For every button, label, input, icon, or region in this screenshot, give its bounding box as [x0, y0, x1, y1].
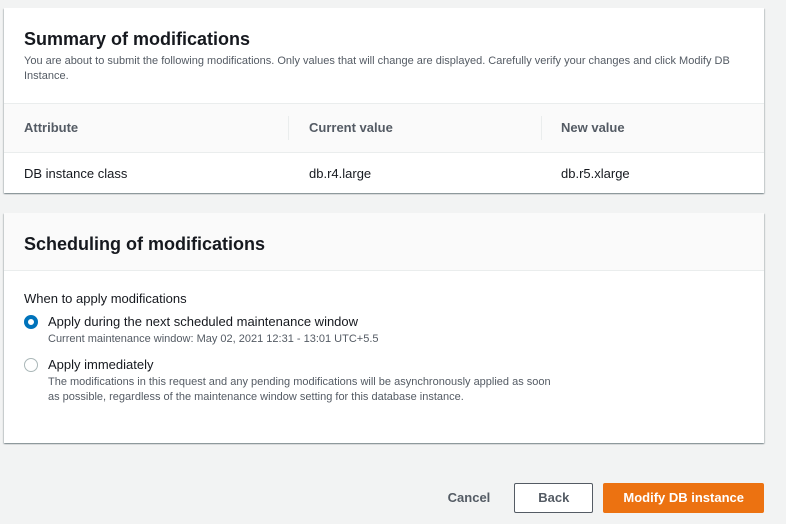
radio-label[interactable]: Apply during the next scheduled maintena…: [48, 314, 553, 330]
table-row: DB instance class db.r4.large db.r5.xlar…: [4, 153, 764, 193]
column-header-attribute: Attribute: [24, 120, 79, 135]
radio-description: Current maintenance window: May 02, 2021…: [48, 333, 379, 345]
radio-option-maintenance-window[interactable]: Apply during the next scheduled maintena…: [24, 314, 764, 347]
radio-option-apply-immediately[interactable]: Apply immediately The modifications in t…: [24, 357, 764, 405]
radio-description: The modifications in this request and an…: [48, 376, 551, 403]
radio-label[interactable]: Apply immediately: [48, 357, 553, 373]
when-to-apply-label: When to apply modifications: [24, 291, 187, 306]
radio-text: Apply immediately The modifications in t…: [48, 357, 553, 405]
scheduling-title: Scheduling of modifications: [24, 234, 266, 254]
table-header: Attribute Current value New value: [4, 103, 764, 153]
cancel-button[interactable]: Cancel: [424, 483, 515, 513]
summary-panel: Summary of modifications You are about t…: [4, 8, 764, 193]
scheduling-body: When to apply modifications Apply during…: [4, 271, 764, 405]
radio-button-selected[interactable]: [24, 315, 38, 329]
back-button[interactable]: Back: [514, 483, 594, 513]
summary-title: Summary of modifications: [24, 29, 251, 49]
column-header-new-value: New value: [561, 120, 625, 135]
modifications-table: Attribute Current value New value DB ins…: [4, 103, 764, 193]
summary-description: You are about to submit the following mo…: [24, 55, 730, 82]
scheduling-panel: Scheduling of modifications When to appl…: [4, 213, 764, 443]
column-divider: [541, 116, 542, 140]
column-header-current-value: Current value: [309, 120, 393, 135]
cell-new-value: db.r5.xlarge: [561, 166, 630, 181]
cell-current-value: db.r4.large: [309, 166, 372, 181]
form-actions: Cancel Back Modify DB instance: [424, 483, 764, 513]
radio-text: Apply during the next scheduled maintena…: [48, 314, 553, 347]
modify-db-instance-button[interactable]: Modify DB instance: [603, 483, 764, 513]
column-divider: [288, 116, 289, 140]
summary-header: Summary of modifications You are about t…: [4, 8, 764, 103]
cell-attribute: DB instance class: [24, 166, 128, 181]
radio-button[interactable]: [24, 358, 38, 372]
scheduling-header: Scheduling of modifications: [4, 213, 764, 271]
